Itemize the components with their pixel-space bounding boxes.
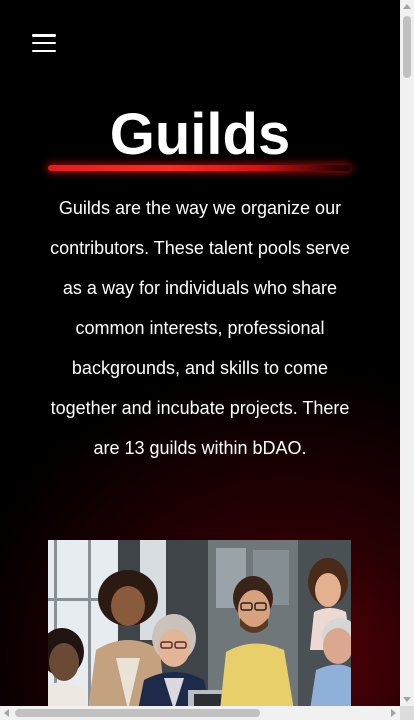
title-underline [48, 165, 350, 171]
menu-bar [32, 41, 56, 45]
hamburger-menu-icon[interactable] [32, 34, 56, 52]
vertical-scroll-thumb[interactable] [403, 16, 411, 78]
scroll-right-arrow-icon[interactable] [391, 709, 396, 717]
guilds-description: Guilds are the way we organize our contr… [50, 198, 350, 458]
menu-bar [32, 49, 56, 52]
scrollbar-corner [400, 706, 414, 720]
scroll-left-arrow-icon[interactable] [4, 709, 9, 717]
menu-bar [32, 34, 56, 37]
page-title: Guilds [109, 102, 291, 167]
scroll-up-arrow-icon[interactable] [403, 4, 411, 9]
page-viewport: Guilds Guilds are the way we organize ou… [0, 0, 400, 706]
horizontal-scrollbar[interactable] [0, 706, 400, 720]
horizontal-scroll-thumb[interactable] [15, 709, 260, 717]
scroll-down-arrow-icon[interactable] [403, 697, 411, 702]
team-collaboration-photo [48, 540, 351, 706]
vertical-scrollbar[interactable] [400, 0, 414, 706]
